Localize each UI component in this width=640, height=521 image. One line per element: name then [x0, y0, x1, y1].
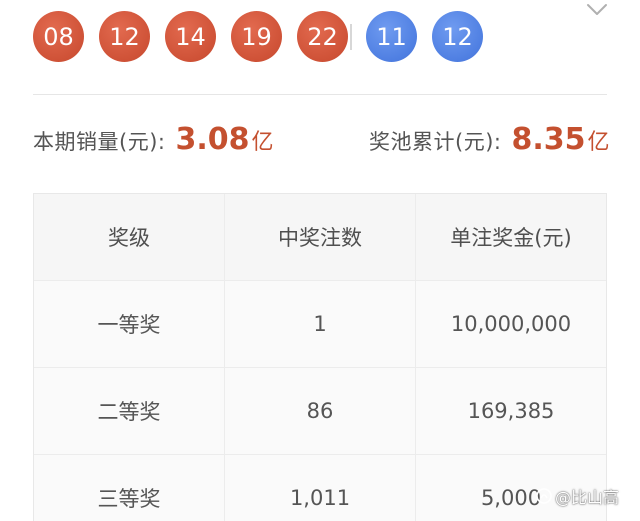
chevron-down-icon[interactable] — [585, 2, 609, 18]
table-row: 三等奖 1,011 5,000 — [34, 455, 606, 521]
prize-amount-cell: 10,000,000 — [450, 312, 572, 336]
prize-level-cell: 三等奖 — [34, 455, 225, 521]
table-header-row: 奖级 中奖注数 单注奖金(元) — [34, 194, 606, 281]
pool-unit: 亿 — [587, 130, 610, 155]
sales-label: 本期销量(元): — [33, 130, 166, 154]
sales-value: 3.08 — [175, 122, 250, 157]
platform-logo-icon — [536, 488, 552, 504]
pool-label: 奖池累计(元): — [369, 130, 502, 154]
pool-stat: 奖池累计(元): 8.35 亿 — [369, 122, 610, 157]
blue-ball: 12 — [432, 11, 483, 62]
pool-value: 8.35 — [511, 122, 586, 157]
header-prize-amount: 单注奖金(元) — [450, 226, 572, 250]
red-ball: 19 — [231, 11, 282, 62]
table-row: 一等奖 1 10,000,000 — [34, 281, 606, 368]
winner-count-cell: 1,011 — [225, 455, 416, 521]
sales-unit: 亿 — [251, 130, 274, 155]
sales-stat: 本期销量(元): 3.08 亿 — [33, 122, 274, 157]
divider — [33, 94, 607, 95]
header-prize-level: 奖级 — [34, 194, 225, 280]
lottery-result-page: 08 12 14 19 22 11 12 本期销量(元): 3.08 亿 奖池累… — [0, 0, 640, 521]
header-winner-count: 中奖注数 — [225, 194, 416, 280]
prize-amount-cell: 169,385 — [467, 399, 555, 423]
prize-level-cell: 二等奖 — [34, 368, 225, 454]
blue-ball: 11 — [366, 11, 417, 62]
winner-count-cell: 86 — [225, 368, 416, 454]
watermark-text: @比山高 — [555, 488, 620, 507]
ball-separator — [350, 23, 352, 50]
prize-table: 奖级 中奖注数 单注奖金(元) 一等奖 1 10,000,000 二等奖 86 … — [33, 193, 607, 521]
red-ball: 14 — [165, 11, 216, 62]
winner-count-cell: 1 — [225, 281, 416, 367]
red-ball: 22 — [297, 11, 348, 62]
red-ball: 08 — [33, 11, 84, 62]
table-row: 二等奖 86 169,385 — [34, 368, 606, 455]
winning-numbers: 08 12 14 19 22 11 12 — [33, 11, 498, 62]
prize-level-cell: 一等奖 — [34, 281, 225, 367]
red-ball: 12 — [99, 11, 150, 62]
watermark: @比山高 — [536, 484, 619, 508]
